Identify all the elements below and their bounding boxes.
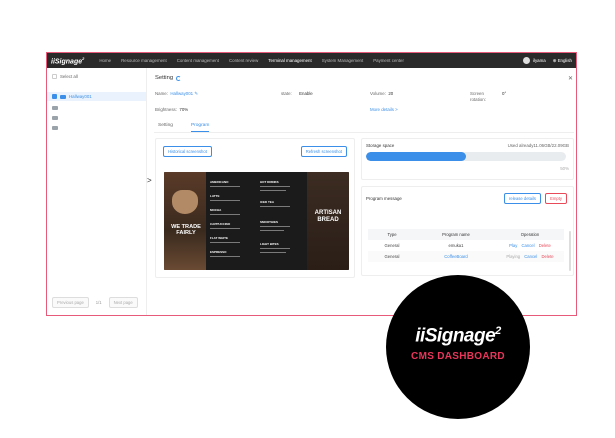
more-details-link[interactable]: More details > (370, 107, 398, 112)
device-group-icon (60, 94, 66, 99)
app-window: iiSignage2 Home Resource management Cont… (46, 52, 577, 316)
delete-button[interactable]: Delete (539, 243, 551, 248)
language-switch[interactable]: ⊕ English (553, 58, 572, 64)
storage-card: Storage space Used already11.06GB/22.09G… (361, 138, 574, 180)
storage-percent: 50% (560, 166, 569, 171)
nav-terminal-management[interactable]: Terminal management (263, 53, 316, 68)
delete-button[interactable]: Delete (542, 254, 554, 259)
tab-program[interactable]: Program (190, 123, 210, 132)
sidebar-pager: Previous page 1/1 Next page (52, 297, 138, 308)
nav-content-management[interactable]: Content management (172, 53, 224, 68)
brightness-field: Brightness: 70% (155, 107, 189, 112)
device-item-hallway001[interactable]: Hallway001 (47, 92, 146, 101)
top-navigation-bar: iiSignage2 Home Resource management Cont… (47, 53, 576, 68)
screen-preview-image: WE TRADE FAIRLY AMERICANO LATTE MOCHA CA… (164, 172, 349, 270)
storage-label: Storage space (366, 143, 395, 148)
device-icon (52, 125, 58, 130)
name-field: Name: Hallway001 ✎ (155, 91, 199, 96)
tab-setting[interactable]: Setting (158, 123, 173, 132)
edit-icon[interactable]: ✎ (194, 91, 198, 96)
preview-right-text: ARTISAN BREAD (314, 210, 342, 223)
preview-left-panel: WE TRADE FAIRLY (164, 172, 206, 270)
device-icon (52, 115, 58, 120)
brand-badge: iiSignage2 CMS DASHBOARD (386, 275, 530, 419)
playing-status: Playing (506, 254, 521, 259)
rotation-value: 0° (502, 91, 507, 96)
page-title: Setting (155, 75, 182, 81)
release-details-button[interactable]: release details (503, 193, 541, 204)
device-name-value: Hallway001 (170, 91, 194, 96)
page-indicator: 1/1 (95, 300, 102, 305)
nav-resource-management[interactable]: Resource management (116, 53, 172, 68)
device-item[interactable] (47, 123, 146, 132)
table-scrollbar[interactable] (569, 231, 571, 271)
program-message-card: Program message release details Empty Ty… (361, 186, 574, 276)
nav-system-management[interactable]: System Management (317, 53, 369, 68)
refresh-icon[interactable] (176, 75, 182, 81)
table-header: Type Program name Operation (368, 229, 564, 240)
empty-button[interactable]: Empty (545, 193, 567, 204)
play-button[interactable]: Play (509, 243, 517, 248)
app-logo: iiSignage2 (51, 55, 85, 66)
checkbox-icon (52, 74, 57, 79)
preview-menu-column-2: HOT DRINKS ICED TEA SMOOTHIES LIGHT BITE… (260, 176, 292, 266)
cancel-button[interactable]: Cancel (522, 243, 535, 248)
rotation-field: Screen rotation: (470, 91, 486, 102)
device-icon (52, 105, 58, 110)
badge-subtitle: CMS DASHBOARD (411, 351, 505, 362)
nav-home[interactable]: Home (94, 53, 116, 68)
preview-right-panel: ARTISAN BREAD (307, 172, 349, 270)
tab-divider (154, 132, 574, 133)
previous-page-button[interactable]: Previous page (52, 297, 89, 308)
screenshot-panel: Historical screenshot Refresh screenshot… (155, 138, 355, 278)
username: ilyama (533, 58, 546, 63)
state-field: state: Enable (281, 91, 313, 96)
device-sidebar: Select all Hallway001 Previous page 1/1 … (47, 68, 147, 315)
avatar (523, 57, 530, 64)
program-message-label: Program message (366, 196, 402, 201)
volume-field: Volume: 20 (370, 91, 394, 96)
preview-menu-column-1: AMERICANO LATTE MOCHA CAPPUCCINO FLAT WH… (210, 176, 242, 266)
table-row: General CoffeeBoard Playing Cancel Delet… (368, 251, 564, 262)
main-nav: Home Resource management Content managem… (94, 53, 523, 68)
checkbox-checked-icon (52, 94, 57, 99)
badge-logo: iiSignage2 (415, 325, 501, 347)
select-all-checkbox[interactable]: Select all (52, 74, 78, 79)
historical-screenshot-button[interactable]: Historical screenshot (163, 146, 212, 157)
expand-arrow-icon[interactable]: > (147, 176, 152, 185)
device-item[interactable] (47, 113, 146, 122)
refresh-screenshot-button[interactable]: Refresh screenshot (300, 146, 347, 157)
program-table: Type Program name Operation General emuk… (368, 229, 564, 262)
heart-graphic (172, 190, 198, 214)
cancel-button[interactable]: Cancel (524, 254, 537, 259)
nav-content-review[interactable]: Content review (224, 53, 263, 68)
nav-payment-center[interactable]: Payment center (368, 53, 409, 68)
table-row: General emuka1 Play Cancel Delete (384, 243, 551, 248)
settings-panel: Setting ✕ Name: Hallway001 ✎ state: Enab… (147, 68, 576, 315)
storage-progress-bar (366, 152, 566, 161)
user-menu[interactable]: ilyama ⊕ English (523, 57, 572, 64)
storage-used-text: Used already11.06GB/22.09GB (507, 143, 569, 148)
preview-left-text: WE TRADE FAIRLY (171, 224, 201, 236)
next-page-button[interactable]: Next page (108, 297, 138, 308)
close-icon[interactable]: ✕ (568, 75, 573, 82)
device-item[interactable] (47, 103, 146, 112)
tab-bar: Setting Program (158, 123, 210, 132)
storage-progress-fill (366, 152, 466, 161)
